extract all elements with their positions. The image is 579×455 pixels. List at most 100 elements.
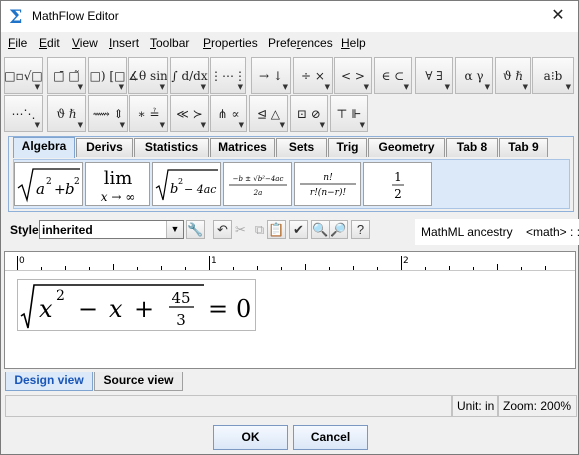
palette-combination-button[interactable]: n! r!(n−r)!	[294, 162, 361, 206]
matrix-template-button[interactable]: ⋮⋯⋮ ▼	[210, 57, 246, 94]
wrench-icon: 🔧	[187, 221, 204, 237]
palette-discriminant-button[interactable]: b 2 − 4ac	[152, 162, 221, 206]
help-button[interactable]: ?	[351, 220, 370, 239]
replace-button[interactable]: 🔎	[329, 220, 348, 239]
ok-button[interactable]: OK	[213, 425, 288, 450]
ancestry-path[interactable]: <math> : :	[526, 225, 579, 239]
tab-algebra[interactable]: Algebra	[13, 137, 75, 158]
overscript-template-button[interactable]: □̄ □̃ ▼	[47, 57, 86, 94]
ruler-tick	[17, 256, 18, 270]
menu-toolbar[interactable]: Toolbar	[150, 36, 189, 50]
tab-statistics[interactable]: Statistics	[134, 138, 209, 157]
style-settings-button[interactable]: 🔧	[186, 220, 205, 239]
comparison-button[interactable]: ≪ ≻ ▼	[170, 95, 209, 132]
fenced-template-button[interactable]: (□) [□]▼	[88, 57, 127, 94]
triangle-relations-button[interactable]: ⊴ △ ▼	[249, 95, 288, 132]
variant-greek-button[interactable]: ϑ ℏ ▼	[495, 57, 531, 94]
tab-sets[interactable]: Sets	[276, 138, 327, 157]
variant-greek-icon: ϑ ℏ	[502, 68, 524, 83]
combination-expression: n! r!(n−r)!	[299, 173, 356, 198]
mathflow-editor-window: Σ MathFlow Editor ✕ File Edit View Inser…	[0, 0, 579, 455]
ruler-tick	[545, 266, 546, 270]
palette-quad-den: 2a	[252, 189, 262, 197]
overscript-template-icon: □̄ □̃	[53, 68, 80, 83]
operators-icon: ÷ ×	[301, 68, 325, 83]
ruler-tick	[137, 267, 138, 270]
spacing-button[interactable]: a⁝b ▼	[532, 57, 574, 94]
palette-frac-num: 1	[394, 170, 402, 184]
cut-button[interactable]: ✂	[231, 220, 250, 239]
equation-equals: =	[208, 295, 228, 323]
matrix-template-icon: ⋮⋯⋮	[210, 68, 246, 83]
misc-operators-button[interactable]: ∗ ≟ ▼	[129, 95, 168, 132]
dots-button[interactable]: ⋯⋱ ▼	[4, 95, 43, 132]
menu-help[interactable]: Help	[341, 36, 366, 50]
relations-button[interactable]: < > ▼	[334, 57, 372, 94]
menu-view[interactable]: View	[72, 36, 98, 50]
symbols-button[interactable]: ϑ ℏ ▼	[47, 95, 86, 132]
find-button[interactable]: 🔍	[311, 220, 330, 239]
menu-preferences[interactable]: Preferences	[268, 36, 333, 50]
menu-properties[interactable]: Properties	[203, 36, 258, 50]
boxed-operators-button[interactable]: ⊡ ⊘ ▼	[290, 95, 328, 132]
menu-insert[interactable]: Insert	[109, 36, 139, 50]
stretchy-arrows-button[interactable]: ⟿ ⇕ ▼	[88, 95, 128, 132]
set-operators-icon: ∈ ⊂	[381, 68, 405, 83]
equation-box[interactable]: x 2 − x + 45 3 = 0	[17, 279, 256, 331]
palette-lim: lim	[103, 168, 132, 189]
tab-design-view[interactable]: Design view	[5, 372, 93, 391]
equation-render: x 2 − x + 45 3 = 0	[20, 284, 251, 329]
style-select[interactable]: inherited ▼	[39, 220, 184, 239]
chevron-down-icon[interactable]: ▼	[166, 221, 183, 238]
menu-file[interactable]: File	[8, 36, 27, 50]
tab-matrices[interactable]: Matrices	[210, 138, 275, 157]
palette-comb-num: n!	[323, 173, 333, 183]
menu-edit[interactable]: Edit	[39, 36, 60, 50]
script-radical-template-button[interactable]: □▫√□ ▼	[4, 57, 43, 94]
undo-icon: ↶	[217, 221, 228, 237]
fenced-template-icon: (□) [□]	[89, 68, 126, 83]
boxed-operators-icon: ⊡ ⊘	[297, 106, 321, 121]
check-button[interactable]: ✔	[289, 220, 308, 239]
calculus-button[interactable]: ∫ d/dx ▼	[170, 57, 209, 94]
equation-x-term: x	[109, 295, 123, 323]
palette-sqrt-sum-button[interactable]: a 2 + b 2	[14, 162, 83, 206]
tack-button[interactable]: ⊤ ⊩ ▼	[330, 95, 368, 132]
equation-rhs: 0	[236, 295, 251, 323]
close-icon[interactable]: ✕	[544, 4, 572, 28]
tab-geometry[interactable]: Geometry	[368, 138, 445, 157]
undo-button[interactable]: ↶	[213, 220, 232, 239]
palette-b-exp: 2	[74, 177, 80, 187]
find-icon: 🔍	[312, 221, 329, 237]
tab-source-view[interactable]: Source view	[94, 372, 183, 391]
ruler-mark-2: 2	[403, 256, 409, 266]
paste-button[interactable]: 📋	[267, 220, 286, 239]
cancel-button[interactable]: Cancel	[293, 425, 368, 450]
ancestry-label: MathML ancestry	[421, 225, 513, 239]
sigma-icon: Σ	[9, 6, 23, 28]
angle-trig-button[interactable]: ∡θ sin ▼	[128, 57, 168, 94]
palette-limit-button[interactable]: lim x → ∞	[85, 162, 150, 206]
set-operators-button[interactable]: ∈ ⊂ ▼	[374, 57, 412, 94]
tab-derivs[interactable]: Derivs	[76, 138, 133, 157]
ruler-tick	[209, 256, 210, 270]
limit-expression: lim x → ∞	[100, 168, 134, 204]
equation-numerator: 45	[171, 289, 190, 307]
binary-relations-button[interactable]: ⋔ ∝ ▼	[210, 95, 247, 132]
tab-8[interactable]: Tab 8	[446, 138, 498, 157]
ruler-tick	[65, 266, 66, 270]
status-zoom: Zoom: 200%	[498, 395, 577, 417]
greek-button[interactable]: α γ ▼	[455, 57, 493, 94]
palette-frac-den: 2	[394, 187, 402, 201]
arrows-button[interactable]: → ↓ ▼	[251, 57, 291, 94]
tab-9[interactable]: Tab 9	[499, 138, 548, 157]
operators-button[interactable]: ÷ × ▼	[293, 57, 333, 94]
tab-trig[interactable]: Trig	[328, 138, 367, 157]
logic-button[interactable]: ∀ ∃ ▼	[415, 57, 453, 94]
mathml-ancestry-panel: MathML ancestry <math> : :	[415, 219, 579, 245]
paste-icon: 📋	[268, 221, 285, 237]
palette-quadratic-button[interactable]: −b ± √b²−4ac 2a	[223, 162, 292, 206]
palette-fraction-button[interactable]: 1 2	[363, 162, 432, 206]
quadratic-expression: −b ± √b²−4ac 2a	[228, 175, 287, 197]
replace-icon: 🔎	[330, 221, 347, 237]
